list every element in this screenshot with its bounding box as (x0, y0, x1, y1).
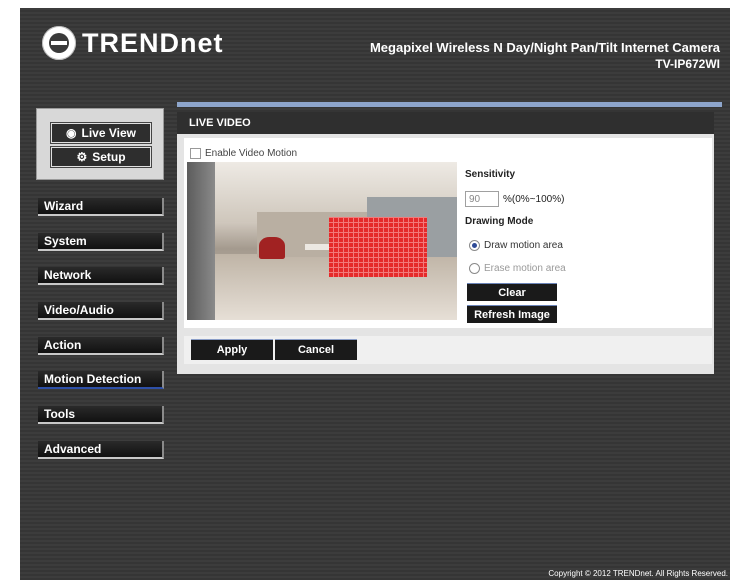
nav-tools[interactable]: Tools (38, 406, 164, 424)
copyright-text: Copyright © 2012 TRENDnet. All Rights Re… (548, 569, 728, 578)
video-pillar (187, 162, 215, 320)
refresh-image-button[interactable]: Refresh Image (467, 305, 557, 323)
logo-icon (42, 26, 76, 60)
content-accent-bar (177, 102, 722, 107)
erase-motion-row: Erase motion area (469, 263, 566, 274)
motion-area-grid[interactable] (329, 217, 427, 277)
nav-label: Tools (44, 407, 76, 421)
brand-logo: TRENDnet (42, 26, 224, 60)
nav-advanced[interactable]: Advanced (38, 441, 164, 459)
page-frame: TRENDnet Megapixel Wireless N Day/Night … (20, 8, 730, 580)
nav-motion-detection[interactable]: Motion Detection (38, 371, 164, 389)
live-video-panel: LIVE VIDEO Enable Video Motion Sensitivi… (177, 112, 714, 374)
nav-action[interactable]: Action (38, 337, 164, 355)
nav-wizard[interactable]: Wizard (38, 198, 164, 216)
draw-motion-radio[interactable] (469, 240, 480, 251)
sensitivity-row: %(0%~100%) (465, 191, 564, 207)
draw-motion-label: Draw motion area (484, 240, 563, 251)
clear-button[interactable]: Clear (467, 283, 557, 301)
nav-system[interactable]: System (38, 233, 164, 251)
nav-label: Network (44, 268, 92, 282)
header: TRENDnet Megapixel Wireless N Day/Night … (20, 8, 730, 88)
enable-video-motion-checkbox[interactable] (190, 148, 201, 159)
enable-video-motion-label: Enable Video Motion (205, 148, 298, 159)
nav-label: Action (44, 338, 82, 352)
gear-icon: ⚙ (76, 150, 88, 164)
live-view-button[interactable]: ◉ Live View (51, 123, 151, 143)
nav-network[interactable]: Network (38, 267, 164, 285)
nav-video-audio[interactable]: Video/Audio (38, 302, 164, 320)
live-video-image[interactable] (187, 162, 457, 320)
sensitivity-range: %(0%~100%) (503, 193, 565, 205)
erase-motion-radio[interactable] (469, 263, 480, 274)
nav-label: System (44, 234, 87, 248)
product-info: Megapixel Wireless N Day/Night Pan/Tilt … (370, 40, 720, 71)
product-model: TV-IP672WI (655, 57, 720, 71)
video-red-chair (259, 237, 285, 259)
setup-button[interactable]: ⚙ Setup (51, 147, 151, 167)
erase-motion-label: Erase motion area (484, 263, 566, 274)
sensitivity-label: Sensitivity (465, 169, 516, 180)
cancel-button[interactable]: Cancel (275, 339, 357, 360)
apply-button[interactable]: Apply (191, 339, 273, 360)
nav-label: Advanced (44, 442, 102, 456)
nav-label: Video/Audio (44, 303, 114, 317)
mode-switch-box: ◉ Live View ⚙ Setup (36, 108, 164, 180)
brand-name: TRENDnet (82, 27, 224, 58)
product-name: Megapixel Wireless N Day/Night Pan/Tilt … (369, 40, 720, 55)
panel-title: LIVE VIDEO (177, 112, 714, 134)
nav-label: Wizard (44, 199, 84, 213)
nav-label: Motion Detection (44, 372, 142, 386)
eye-icon: ◉ (66, 126, 77, 140)
drawing-mode-label: Drawing Mode (465, 216, 534, 227)
draw-motion-row: Draw motion area (469, 240, 563, 251)
sensitivity-input[interactable] (465, 191, 499, 207)
setup-label: Setup (92, 150, 126, 164)
live-view-label: Live View (81, 126, 136, 140)
enable-video-motion-row: Enable Video Motion (190, 148, 297, 159)
